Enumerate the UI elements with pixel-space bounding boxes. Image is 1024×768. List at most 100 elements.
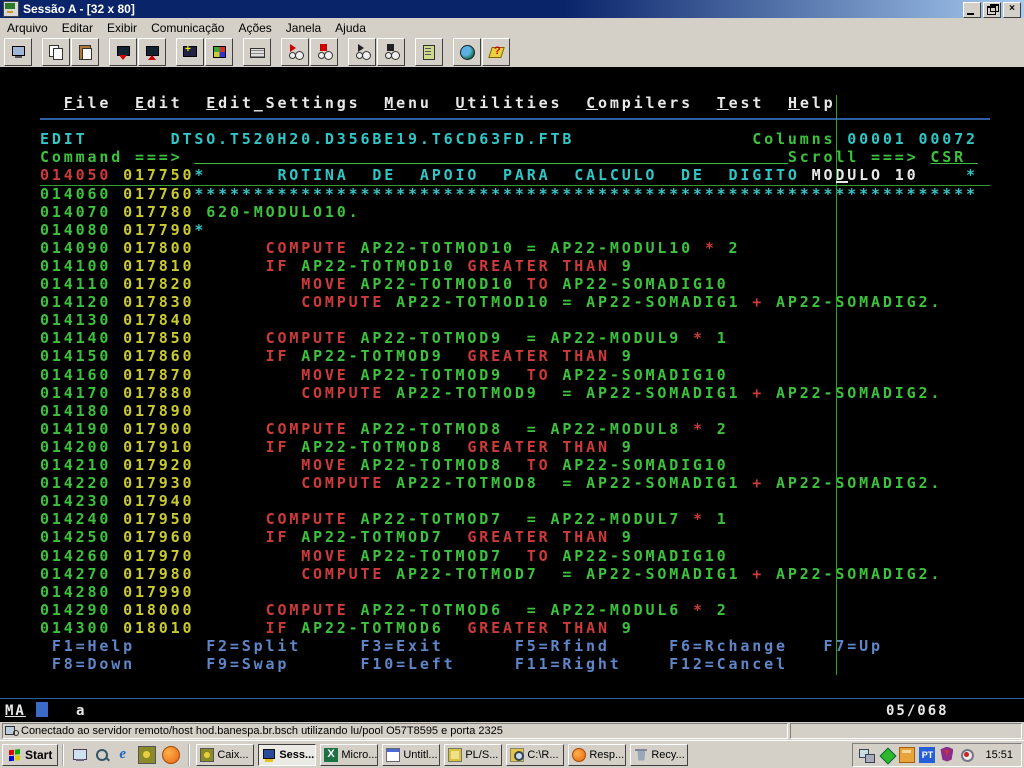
send-file-icon [115,44,131,60]
task-button-session[interactable]: Sess... [258,743,317,766]
tray-green-diamond-icon[interactable] [879,747,895,763]
scratchpad-button[interactable] [415,38,443,66]
display-setup-button[interactable] [176,38,204,66]
menu-item-acoes[interactable]: Ações [231,20,278,36]
connection-icon [5,726,19,736]
terminal-row-28[interactable]: 014280 017990 [40,583,194,601]
terminal-row-6[interactable]: 014060 017760***************************… [40,185,978,203]
menu-item-exibir[interactable]: Exibir [100,20,144,36]
quicklaunch-show-desktop-icon[interactable] [72,747,88,763]
display-setup-icon [182,44,198,60]
caixa-task-icon [200,747,215,762]
terminal-row-15[interactable]: 014150 017860 IF AP22-TOTMOD9 GREATER TH… [40,347,634,365]
minimize-button[interactable] [963,2,981,18]
play-macro-icon [354,44,370,60]
terminal-row-20[interactable]: 014200 017910 IF AP22-TOTMOD8 GREATER TH… [40,438,634,456]
color-setup-button[interactable] [205,38,233,66]
menu-item-arquivo[interactable]: Arquivo [0,20,55,36]
titlebar[interactable]: Sessão A - [32 x 80] × [0,0,1024,18]
quicklaunch-pcomm-icon[interactable] [138,745,157,764]
receive-file-icon [144,44,160,60]
terminal-row-24[interactable]: 014240 017950 COMPUTE AP22-TOTMOD7 = AP2… [40,510,729,528]
terminal-row-26[interactable]: 014260 017970 MOVE AP22-TOTMOD7 TO AP22-… [40,547,729,565]
task-button-recycle[interactable]: Recy... [630,743,689,766]
toolbar [0,37,1024,67]
task-button-firefox[interactable]: Resp... [568,743,627,766]
quit-macro-button[interactable] [377,38,405,66]
terminal-row-32[interactable]: F8=Down F9=Swap F10=Left F11=Right F12=C… [40,655,788,673]
terminal-row-22[interactable]: 014220 017930 COMPUTE AP22-TOTMOD8 = AP2… [40,474,942,492]
web-button[interactable] [453,38,481,66]
statusbar-extra-panel [790,723,1022,739]
task-button-plsql[interactable]: PL/S... [444,743,503,766]
close-button[interactable]: × [1003,2,1021,18]
cursor-position: 05/068 [886,703,949,719]
new-session-button[interactable] [4,38,32,66]
receive-file-button[interactable] [138,38,166,66]
system-tray: PT 15:51 [852,742,1022,767]
quicklaunch-ie-icon[interactable] [116,746,132,763]
terminal-row-13[interactable]: 014130 017840 [40,311,194,329]
terminal-row-16[interactable]: 014160 017870 MOVE AP22-TOTMOD9 TO AP22-… [40,366,729,384]
terminal-screen[interactable]: File Edit Edit_Settings Menu Utilities C… [0,67,1024,722]
tray-lang-icon[interactable]: PT [919,746,936,763]
menu-item-editar[interactable]: Editar [55,20,100,36]
task-button-label: C:\R... [527,748,559,761]
terminal-row-3[interactable]: EDIT DTSO.T520H20.D356BE19.T6CD63FD.FTB … [40,130,978,148]
terminal-row-12[interactable]: 014120 017830 COMPUTE AP22-TOTMOD10 = AP… [40,293,942,311]
terminal-row-14[interactable]: 014140 017850 COMPUTE AP22-TOTMOD9 = AP2… [40,329,729,347]
menu-item-ajuda[interactable]: Ajuda [328,20,373,36]
terminal-row-27[interactable]: 014270 017980 COMPUTE AP22-TOTMOD7 = AP2… [40,565,942,583]
stop-record-icon [316,44,332,60]
terminal-row-10[interactable]: 014100 017810 IF AP22-TOTMOD10 GREATER T… [40,257,634,275]
record-macro-button[interactable] [281,38,309,66]
task-button-search[interactable]: C:\R... [506,743,565,766]
windows-logo-icon [8,749,22,761]
task-button-label: PL/S... [465,748,499,761]
recycle-task-icon [634,748,648,762]
paste-button[interactable] [71,38,99,66]
restore-button[interactable] [983,2,1001,18]
task-button-excel[interactable]: Micro... [320,743,379,766]
quicklaunch-firefox-icon[interactable] [162,745,181,764]
terminal-row-17[interactable]: 014170 017880 COMPUTE AP22-TOTMOD9 = AP2… [40,384,942,402]
task-button-label: Untitl... [403,748,438,761]
terminal-row-8[interactable]: 014080 017790* [40,221,206,239]
tray-magnifier-icon[interactable] [959,747,975,763]
oia-block-indicator [36,702,48,717]
terminal-row-30[interactable]: 014300 018010 IF AP22-TOTMOD6 GREATER TH… [40,619,634,637]
oia-status-row: MA a 05/068 [0,698,1024,722]
terminal-row-29[interactable]: 014290 018000 COMPUTE AP22-TOTMOD6 = AP2… [40,601,729,619]
new-session-icon [10,44,26,60]
task-button-caixa[interactable]: Caix... [196,743,255,766]
plsql-task-icon [448,747,463,762]
notepad-task-icon [386,747,401,762]
start-button[interactable]: Start [2,743,59,766]
terminal-row-9[interactable]: 014090 017800 COMPUTE AP22-TOTMOD10 = AP… [40,239,740,257]
stop-record-button[interactable] [310,38,338,66]
task-button-notepad[interactable]: Untitl... [382,743,441,766]
copy-button[interactable] [42,38,70,66]
send-file-button[interactable] [109,38,137,66]
menu-item-janela[interactable]: Janela [279,20,328,36]
terminal-row-4[interactable]: Command ===> Scroll ===> CSR [40,148,978,166]
menu-item-comunicacao[interactable]: Comunicação [144,20,231,36]
terminal-row-21[interactable]: 014210 017920 MOVE AP22-TOTMOD8 TO AP22-… [40,456,729,474]
terminal-row-23[interactable]: 014230 017940 [40,492,194,510]
terminal-row-1[interactable]: File Edit Edit_Settings Menu Utilities C… [40,94,835,112]
help-button[interactable] [482,38,510,66]
terminal-row-7[interactable]: 014070 017780 620-MODULO10. [40,203,361,221]
terminal-row-31[interactable]: F1=Help F2=Split F3=Exit F5=Rfind F6=Rch… [40,637,883,655]
terminal-row-18[interactable]: 014180 017890 [40,402,194,420]
terminal-row-11[interactable]: 014110 017820 MOVE AP22-TOTMOD10 TO AP22… [40,275,729,293]
tray-orange-window-icon[interactable] [899,746,916,763]
tray-shield-icon[interactable] [939,747,955,763]
quit-macro-icon [383,44,399,60]
play-macro-button[interactable] [348,38,376,66]
connection-status-panel: Conectado ao servidor remoto/host hod.ba… [2,723,788,739]
quicklaunch-search-icon[interactable] [94,747,110,763]
keyboard-setup-button[interactable] [243,38,271,66]
terminal-row-25[interactable]: 014250 017960 IF AP22-TOTMOD7 GREATER TH… [40,528,634,546]
terminal-row-19[interactable]: 014190 017900 COMPUTE AP22-TOTMOD8 = AP2… [40,420,729,438]
tray-network-pc-icon[interactable] [859,747,876,763]
